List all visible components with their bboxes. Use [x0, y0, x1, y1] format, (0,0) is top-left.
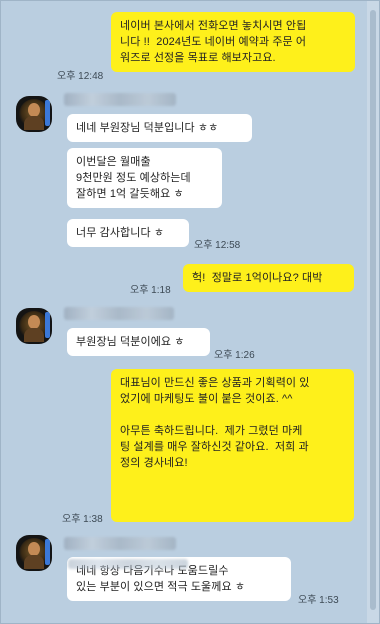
message-timestamp: 오후 1:26 [214, 350, 255, 361]
scrollbar-thumb[interactable] [370, 10, 376, 610]
avatar-body [24, 116, 44, 130]
sender-name-blurred [64, 537, 176, 550]
avatar-face [28, 103, 40, 117]
sender-name-blurred [64, 307, 174, 320]
sender-avatar[interactable] [16, 308, 52, 344]
chat-scrollbar[interactable] [367, 0, 379, 624]
avatar-accent [45, 100, 50, 126]
avatar-accent [45, 539, 50, 565]
incoming-message-bubble[interactable]: 이번달은 월매출 9천만원 정도 예상하는데 잘하면 1억 갈듯해요 ㅎ [67, 148, 222, 208]
message-timestamp: 오후 1:18 [130, 285, 171, 296]
message-timestamp: 오후 1:38 [62, 514, 103, 525]
outgoing-message-bubble[interactable]: 네이버 본사에서 전화오면 놓치시면 안됩 니다 !! 2024년도 네이버 예… [111, 12, 355, 72]
outgoing-message-bubble[interactable]: 헉! 정말로 1억이나요? 대박 [183, 264, 354, 292]
message-timestamp: 오후 12:48 [57, 71, 104, 82]
avatar-face [28, 542, 40, 556]
avatar-body [24, 328, 44, 342]
sender-name-blurred [64, 93, 176, 106]
outgoing-message-bubble[interactable]: 대표님이 만드신 좋은 상품과 기획력이 있 었기에 마케팅도 불이 붙은 것이… [111, 369, 354, 522]
incoming-message-bubble[interactable]: 네네 부원장님 덕분입니다 ㅎㅎ [67, 114, 252, 142]
avatar-accent [45, 312, 50, 338]
incoming-message-bubble[interactable]: 부원장님 덕분이에요 ㅎ [67, 328, 210, 356]
message-timestamp: 오후 1:53 [298, 595, 339, 606]
avatar-face [28, 315, 40, 329]
message-timestamp: 오후 12:58 [194, 240, 241, 251]
incoming-message-bubble[interactable]: 너무 감사합니다 ㅎ [67, 219, 189, 247]
sender-avatar[interactable] [16, 535, 52, 571]
window-border [0, 0, 380, 624]
sender-avatar[interactable] [16, 96, 52, 132]
avatar-body [24, 555, 44, 569]
blurred-text-overlay [68, 559, 188, 569]
